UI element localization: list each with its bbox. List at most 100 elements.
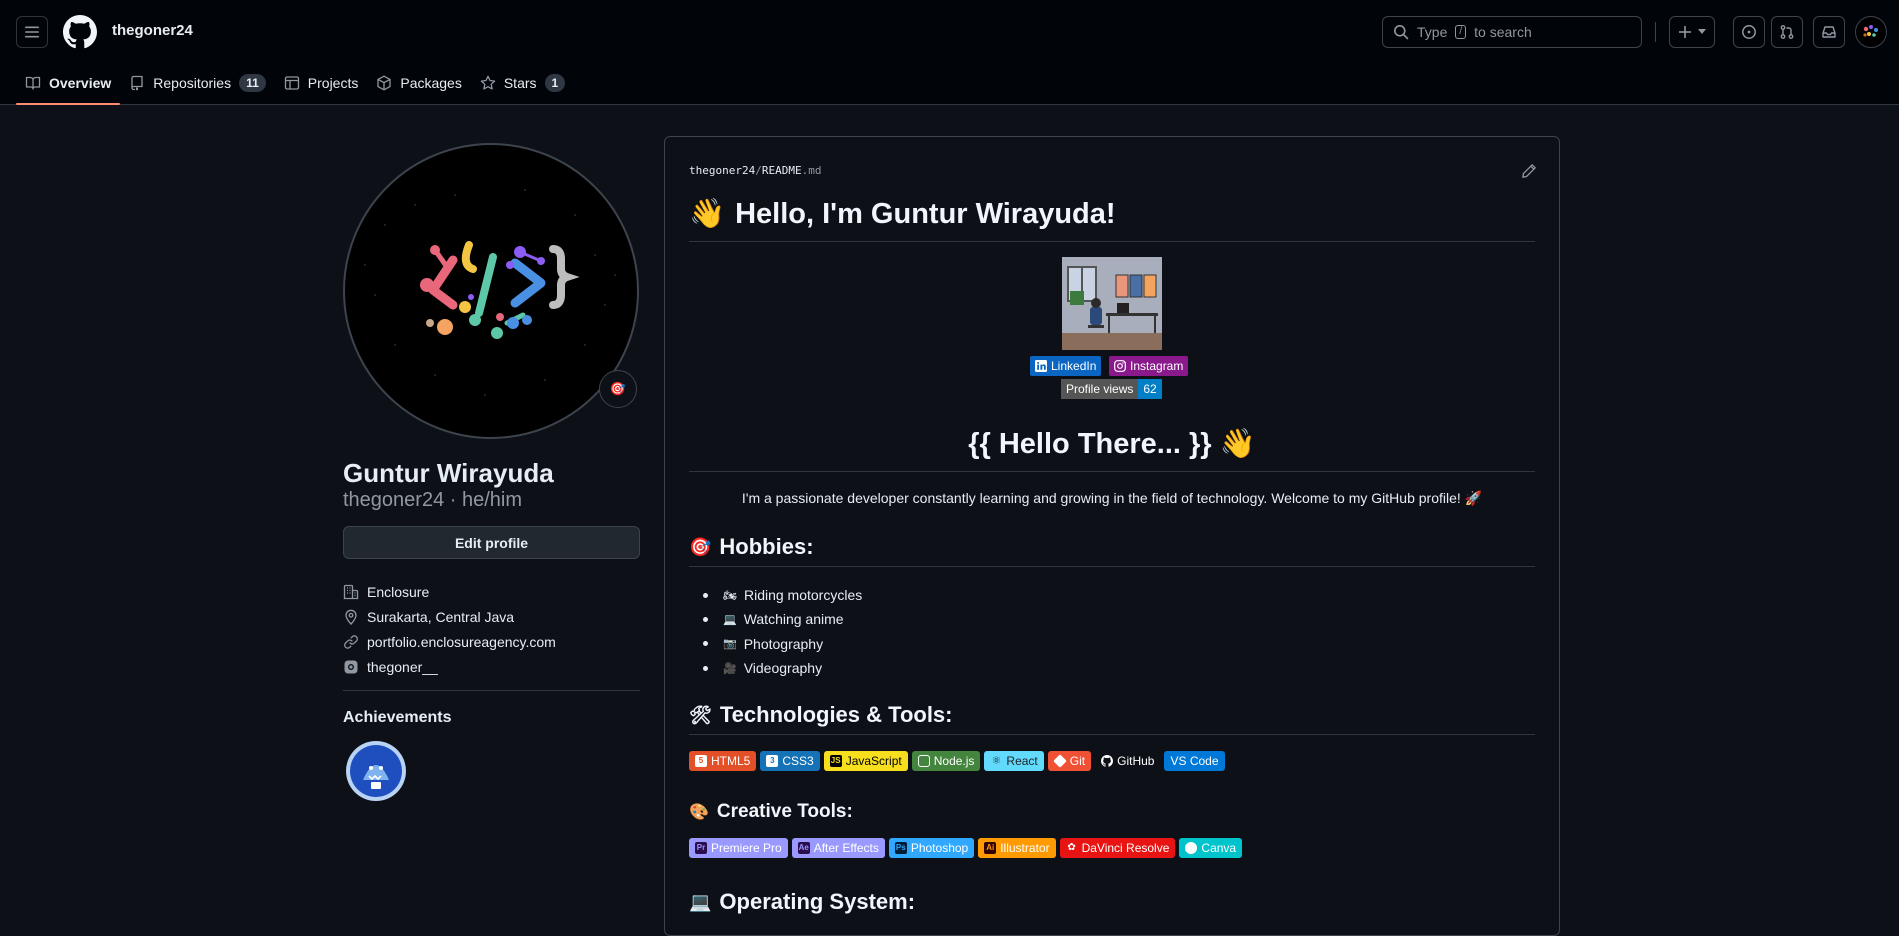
badge-label: JavaScript [845,754,902,768]
hobbies-emoji: 🎯 [689,536,712,557]
badge-git[interactable]: Git [1047,751,1092,771]
hobbies-heading: 🎯 Hobbies: [689,534,814,560]
tech-title: Technologies & Tools: [719,702,953,727]
badge-label: HTML5 [711,754,751,768]
readme-card: thegoner24/README.md 👋 Hello, I'm Guntur… [664,136,1560,936]
search-shortcut-key: / [1455,25,1467,39]
os-emoji: 💻 [689,891,712,912]
title-rule [689,241,1535,242]
badge-react[interactable]: ⚛ React [984,751,1044,771]
github-logo-icon[interactable] [63,15,97,49]
pull-requests-button[interactable] [1771,16,1803,48]
github-badge-icon [1101,755,1114,767]
hobby-label: Riding motorcycles [743,587,863,604]
pixel-art-banner [1062,257,1162,350]
tab-stars[interactable]: Stars 1 [471,62,574,104]
edit-readme-button[interactable] [1521,163,1537,182]
hobby-label: Watching anime [743,611,844,628]
achievements-title[interactable]: Achievements [343,709,452,727]
tab-projects[interactable]: Projects [275,62,368,104]
profile-avatar[interactable] [343,143,639,439]
linkedin-badge[interactable]: LinkedIn [1030,356,1102,376]
hobbies-rule [689,566,1535,567]
tech-heading: 🛠 Technologies & Tools: [689,702,953,728]
badge-after-effects[interactable]: Ae After Effects [791,838,885,858]
badge-vscode[interactable]: VS Code [1164,751,1225,771]
list-item: 📷 Photography [703,632,862,656]
inbox-icon [1822,26,1836,38]
inbox-button[interactable] [1813,16,1845,48]
badge-label: Canva [1201,841,1237,855]
badge-javascript[interactable]: JS JavaScript [823,751,908,771]
header-username[interactable]: thegoner24 [112,22,193,39]
search-placeholder-after: to search [1474,24,1532,40]
git-pull-request-icon [1780,25,1794,39]
html5-icon: 5 [695,755,707,767]
badge-nodejs[interactable]: Node.js [911,751,981,771]
user-avatar-menu[interactable] [1855,16,1887,48]
instagram-row: thegoner__ [343,654,556,679]
code-avatar-icon [1863,25,1878,37]
badge-label: VS Code [1170,754,1219,768]
badge-canva[interactable]: Canva [1179,838,1243,858]
canva-icon [1185,842,1198,854]
badge-css3[interactable]: 3 CSS3 [760,751,820,771]
hobby-emoji: 🎥 [723,662,737,675]
badge-label: Git [1069,754,1086,768]
readme-path: thegoner24/README.md [689,164,821,177]
badge-premiere[interactable]: Pr Premiere Pro [689,838,788,858]
badge-html5[interactable]: 5 HTML5 [689,751,757,771]
tab-packages[interactable]: Packages [367,62,470,104]
company-text[interactable]: Enclosure [367,584,429,600]
hobby-emoji: 📷 [723,638,737,651]
css3-icon: 3 [766,755,779,767]
repositories-count: 11 [239,74,266,92]
badge-label: Illustrator [1000,841,1050,855]
instagram-badge[interactable]: Instagram [1109,356,1189,376]
profile-tabs: Overview Repositories 11 Projects Packag… [16,62,574,105]
badge-github[interactable]: GitHub [1095,751,1161,771]
instagram-label: Instagram [1130,359,1184,373]
hobbies-list: 🏍 Riding motorcycles 💻 Watching anime 📷 Pho… [703,583,862,680]
sidebar-divider [343,690,640,691]
edit-profile-button[interactable]: Edit profile [343,526,640,559]
global-header: thegoner24 Type / to search Overview Rep… [0,0,1899,105]
badge-label: React [1006,754,1038,768]
readme-path-ext: .md [801,164,822,177]
status-button[interactable]: 🎯 [599,370,637,408]
tab-overview[interactable]: Overview [16,62,121,105]
tech-badges: 5 HTML5 3 CSS3 JS JavaScript Node.js ⚛ React… [689,751,1225,771]
hello-heading: {{ Hello There... }} 👋 [968,428,1256,460]
readme-path-user[interactable]: thegoner24 [689,164,755,177]
davinci-icon: ✿ [1067,842,1076,853]
header-divider [1655,22,1656,42]
hamburger-icon [25,26,39,38]
code-bracket-art-icon [364,189,616,396]
badge-photoshop[interactable]: Ps Photoshop [888,838,975,858]
hobby-label: Photography [743,635,824,652]
achievement-badge[interactable] [345,740,407,802]
tab-repositories[interactable]: Repositories 11 [120,62,275,104]
badge-label: Premiere Pro [711,841,782,855]
tab-stars-label: Stars [503,75,537,91]
status-emoji: 🎯 [609,381,627,396]
badge-illustrator[interactable]: Ai Illustrator [978,838,1056,858]
issues-button[interactable] [1733,16,1765,48]
list-item: 💻 Watching anime [703,607,862,631]
menu-button[interactable] [16,16,48,48]
readme-path-file: README [761,164,802,177]
instagram-link[interactable]: thegoner__ [367,659,438,675]
website-link[interactable]: portfolio.enclosureagency.com [367,634,556,650]
search-input[interactable]: Type / to search [1382,16,1642,48]
nodejs-icon [917,755,930,767]
badge-label: GitHub [1117,754,1155,768]
list-item: 🏍 Riding motorcycles [703,583,862,607]
badge-davinci[interactable]: ✿ DaVinci Resolve [1059,838,1176,858]
create-new-button[interactable] [1669,16,1715,48]
pencil-icon [1522,164,1536,178]
os-heading: 💻 Operating System: [689,889,915,915]
book-icon [25,76,41,90]
os-title: Operating System: [719,889,916,914]
intro-text: I'm a passionate developer constantly le… [741,490,1483,506]
location-row: Surakarta, Central Java [343,604,556,629]
